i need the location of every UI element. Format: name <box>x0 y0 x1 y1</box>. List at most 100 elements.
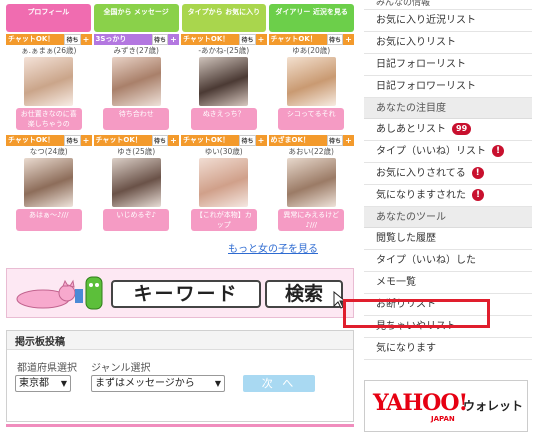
card-header: チャットOK！ 待ち + <box>93 135 179 146</box>
plus-icon: + <box>168 135 179 146</box>
pref-label: 都道府県選択 <box>17 363 77 374</box>
profile-photo[interactable] <box>199 158 249 207</box>
status-badge: 待ち <box>239 34 256 45</box>
chat-tag: チャットOK！ <box>181 34 240 45</box>
sidebar-item-interested-by[interactable]: 気になりますされた! <box>364 185 532 207</box>
keyword-search-banner[interactable]: キーワード 検索 <box>6 268 354 318</box>
board-body: 都道府県選択 ジャンル選択 東京都 ▼ まずはメッセージから ▼ 次 へ <box>7 349 353 421</box>
alert-icon: ! <box>472 189 484 201</box>
card-name: ぁ.ぁまぁ(26歳) <box>21 46 77 55</box>
sidebar-item-fav-list[interactable]: お気に入りリスト <box>364 32 532 54</box>
plus-icon: + <box>255 135 267 146</box>
girl-card[interactable]: チャットOK！ 待ち + ゆい(30歳) 【これが本物】カップ <box>181 135 267 235</box>
card-name: あおい(22歳) <box>288 147 334 156</box>
chevron-down-icon: ▼ <box>214 379 221 388</box>
plus-icon: + <box>343 135 354 146</box>
profile-photo[interactable] <box>111 158 161 207</box>
bulletin-board-form: 掲示板投稿 都道府県選択 ジャンル選択 東京都 ▼ まずはメッセージから ▼ 次… <box>6 330 354 422</box>
alert-icon: ! <box>492 145 504 157</box>
girl-card[interactable]: 3Sっかり 待ち + みずき(27歳) 待ち合わせ <box>93 34 179 134</box>
green-mascot-icon <box>85 276 103 310</box>
card-caption[interactable]: ぬきえっち？ <box>190 108 257 130</box>
plus-icon: + <box>80 135 92 146</box>
card-header: チャットOK！ 待ち + <box>181 34 267 45</box>
section-heading-tools: あなたのツール <box>364 207 532 228</box>
page-root: プロフィール 全国から メッセージ タイプから お気に入り ダイアリー 近況を見… <box>0 0 540 443</box>
card-name: みずき(27歳) <box>113 46 159 55</box>
banner-profile[interactable]: プロフィール <box>6 4 91 32</box>
card-row-1: チャットOK！ 待ち + ぁ.ぁまぁ(26歳) お仕置きなのに喜楽しちゃうの 3… <box>6 34 354 134</box>
profile-photo[interactable] <box>24 57 74 106</box>
sidebar-item-memo[interactable]: メモ一覧 <box>364 272 532 294</box>
girl-card[interactable]: チャットOK！ 待ち + なつ(24歳) あはぁ～♪/// <box>6 135 92 235</box>
card-name: ゆき(25歳) <box>117 147 156 156</box>
sidebar-item-label: タイプ（いいね）リスト <box>376 146 486 157</box>
banner-type[interactable]: タイプから お気に入り <box>181 4 267 32</box>
card-name: -あかね-(25歳) <box>198 46 250 55</box>
sidebar-item-diary-follow[interactable]: 日記フォローリスト <box>364 54 532 76</box>
count-badge: 99 <box>452 123 472 135</box>
card-caption[interactable]: あはぁ～♪/// <box>15 209 82 231</box>
more-girls-link[interactable]: もっと女の子を見る <box>228 240 318 255</box>
chat-tag: チャットOK！ <box>93 135 152 146</box>
card-caption[interactable]: 待ち合わせ <box>103 108 170 130</box>
sidebar-item-type-list[interactable]: タイプ（いいね）リスト! <box>364 141 532 163</box>
chat-tag: チャットOK！ <box>6 34 65 45</box>
sidebar-item-label: お気に入りされてる <box>376 168 466 179</box>
card-header: チャットOK！ 待ち + <box>268 34 354 45</box>
card-header: チャットOK！ 待ち + <box>6 34 92 45</box>
sidebar-item-liked[interactable]: タイプ（いいね）した <box>364 250 532 272</box>
profile-photo[interactable] <box>199 57 249 106</box>
wallet-label: ウォレット <box>463 399 524 413</box>
prefecture-select[interactable]: 東京都 ▼ <box>15 375 71 392</box>
profile-photo[interactable] <box>24 158 74 207</box>
card-header: チャットOK！ 待ち + <box>6 135 92 146</box>
card-caption[interactable]: 異常にみえるけど♪/// <box>278 209 345 231</box>
status-badge: 待ち <box>151 135 168 146</box>
sidebar-item-footprints[interactable]: あしあとリスト 99 <box>364 119 532 141</box>
sidebar-item-favorited[interactable]: お気に入りされてる! <box>364 163 532 185</box>
banner-diary[interactable]: ダイアリー 近況を見る <box>269 4 354 32</box>
plus-icon: + <box>80 34 92 45</box>
sidebar-item-fav-news[interactable]: お気に入り近況リスト <box>364 10 532 32</box>
card-row-2: チャットOK！ 待ち + なつ(24歳) あはぁ～♪/// チャットOK！ 待ち… <box>6 135 354 235</box>
sidebar-item-diary-follower[interactable]: 日記フォロワーリスト <box>364 76 532 98</box>
sidebar-item-interested[interactable]: 気になります <box>364 338 532 360</box>
girl-card[interactable]: チャットOK！ 待ち + ぁ.ぁまぁ(26歳) お仕置きなのに喜楽しちゃうの <box>6 34 92 134</box>
section-heading-attention: あなたの注目度 <box>364 98 532 119</box>
profile-photo[interactable] <box>111 57 161 106</box>
profile-photo[interactable] <box>286 158 336 207</box>
yahoo-japan-label: JAPAN <box>431 415 455 423</box>
sidebar-item-label: 気になりますされた <box>376 190 466 201</box>
girl-card[interactable]: チャットOK！ 待ち + ゆき(25歳) いじめるぞ♪ <box>93 135 179 235</box>
status-badge: 待ち <box>326 34 343 45</box>
status-badge: 待ち <box>326 135 343 146</box>
card-caption[interactable]: 【これが本物】カップ <box>190 209 257 231</box>
chat-tag: チャットOK！ <box>181 135 240 146</box>
card-caption[interactable]: シコってるそれ <box>278 108 345 130</box>
card-caption[interactable]: お仕置きなのに喜楽しちゃうの <box>15 108 82 130</box>
girl-card[interactable]: チャットOK！ 待ち + -あかね-(25歳) ぬきえっち？ <box>181 34 267 134</box>
status-badge: 待ち <box>64 34 81 45</box>
genre-select[interactable]: まずはメッセージから ▼ <box>91 375 225 392</box>
sidebar-item-history[interactable]: 閲覧した履歴 <box>364 228 532 250</box>
girl-card[interactable]: チャットOK！ 待ち + ゆあ(20歳) シコってるそれ <box>268 34 354 134</box>
alert-icon: ! <box>471 167 484 179</box>
card-header: めざまOK！ 待ち + <box>268 135 354 146</box>
next-button[interactable]: 次 へ <box>243 375 315 392</box>
card-caption[interactable]: いじめるぞ♪ <box>103 209 170 231</box>
divider <box>6 424 354 427</box>
banner-message[interactable]: 全国から メッセージ <box>93 4 179 32</box>
plus-icon: + <box>168 34 179 45</box>
board-title: 掲示板投稿 <box>15 337 65 348</box>
search-label[interactable]: 検索 <box>265 280 343 308</box>
chevron-down-icon: ▼ <box>60 379 67 388</box>
card-name: ゆあ(20歳) <box>292 46 331 55</box>
genre-label: ジャンル選択 <box>91 363 151 374</box>
profile-photo[interactable] <box>286 57 336 106</box>
yahoo-wallet-banner[interactable]: YAHOO! JAPAN ウォレット <box>364 380 528 432</box>
sidebar-partial-heading: みんなの情報 <box>364 0 532 10</box>
card-header: チャットOK！ 待ち + <box>181 135 267 146</box>
girl-card[interactable]: めざまOK！ 待ち + あおい(22歳) 異常にみえるけど♪/// <box>268 135 354 235</box>
status-badge: 待ち <box>64 135 81 146</box>
